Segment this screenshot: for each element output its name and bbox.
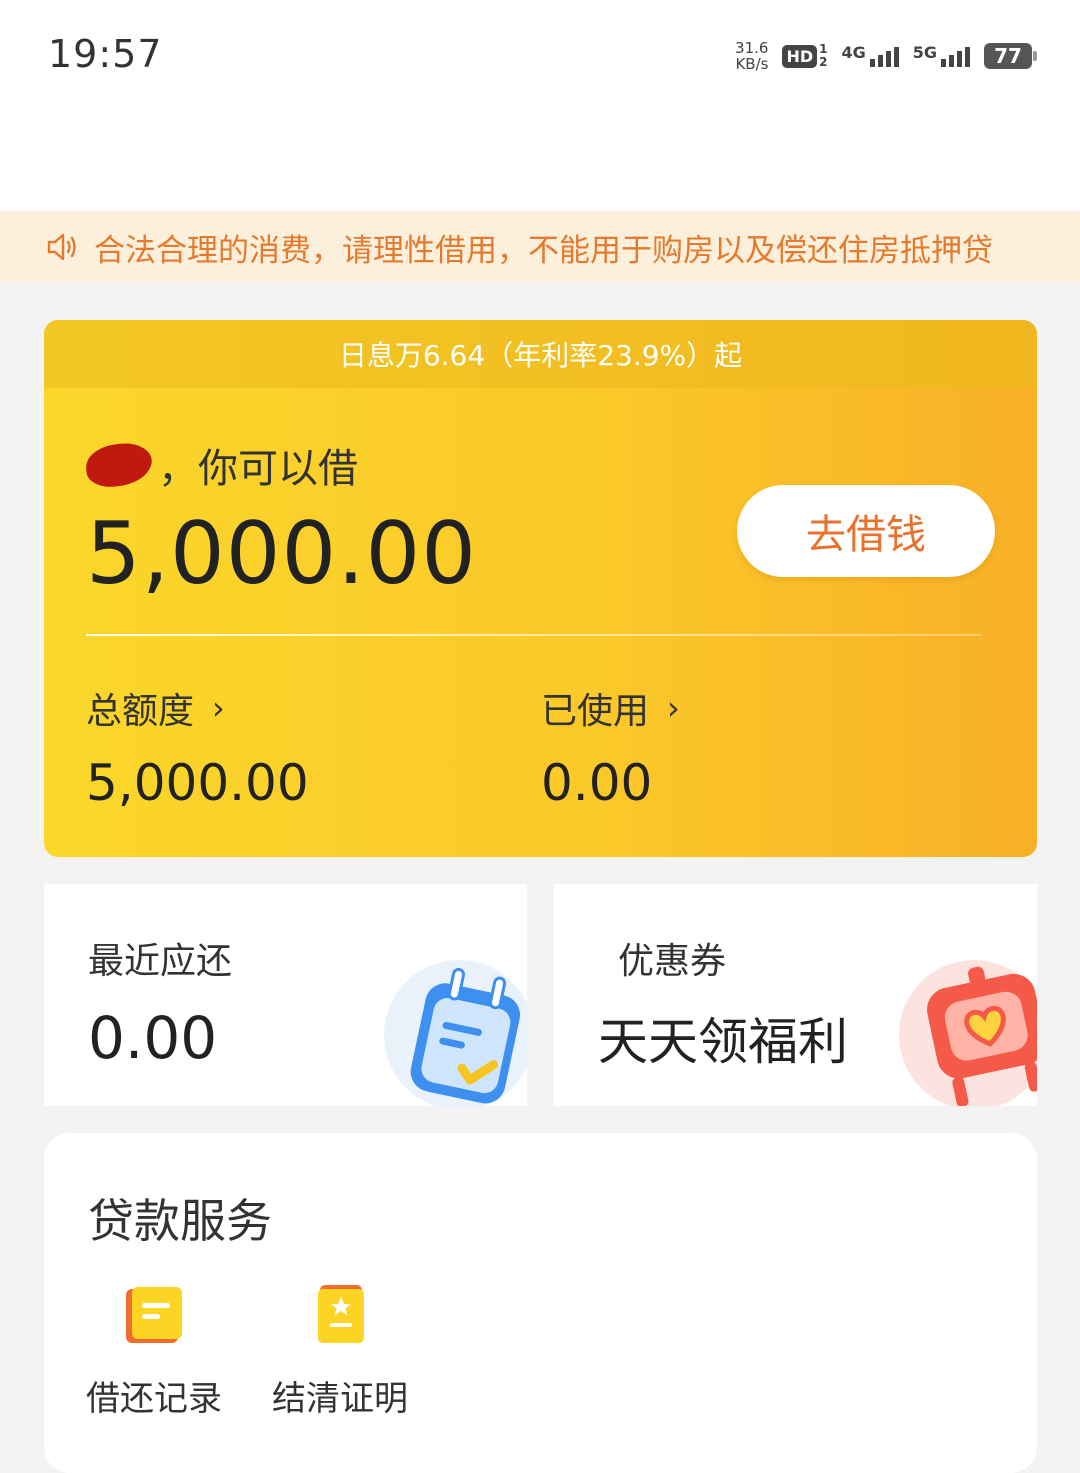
service-item-settlement-certificate[interactable]: 结清证明 — [272, 1283, 408, 1420]
hd-label: HD — [782, 44, 818, 68]
notice-banner[interactable]: 合法合理的消费，请理性借用，不能用于购房以及偿还住房抵押贷 — [0, 212, 1080, 282]
greeting: ，你可以借 — [83, 436, 358, 494]
coupon-subtitle: 天天领福利 — [598, 1013, 848, 1071]
service-item-loan-records[interactable]: 借还记录 — [86, 1283, 222, 1420]
credit-card: 日息万6.64（年利率23.9%）起 ，你可以借 5,000.00 去借钱 总额… — [44, 320, 1037, 857]
signal-4g-label: 4G — [841, 43, 866, 62]
signal-5g-icon: 5G — [913, 45, 970, 67]
network-speed-value: 31.6 — [735, 39, 769, 57]
network-speed: 31.6 KB/s — [735, 40, 768, 72]
hd-sub-bottom: 2 — [819, 55, 828, 69]
borrow-button[interactable]: 去借钱 — [737, 485, 995, 577]
hd-icon: HD 1 2 — [782, 43, 827, 69]
total-limit-value: 5,000.00 — [86, 754, 309, 812]
total-limit-link[interactable]: 总额度 › — [86, 682, 309, 734]
total-limit-label: 总额度 — [86, 691, 195, 732]
recent-repayment-card[interactable]: 最近应还 0.00 — [44, 884, 527, 1106]
signal-4g-icon: 4G — [841, 43, 899, 67]
loan-services-title: 贷款服务 — [88, 1194, 272, 1248]
status-time: 19:57 — [48, 32, 163, 76]
certificate-icon — [318, 1285, 364, 1343]
battery-level: 77 — [994, 44, 1022, 68]
available-amount: 5,000.00 — [86, 504, 477, 604]
notice-text: 合法合理的消费，请理性借用，不能用于购房以及偿还住房抵押贷 — [94, 232, 993, 269]
service-item-label: 结清证明 — [272, 1379, 408, 1419]
signal-bars — [941, 45, 970, 67]
total-limit[interactable]: 总额度 › 5,000.00 — [86, 682, 309, 812]
used-amount-value: 0.00 — [541, 754, 653, 812]
hd-sub: 1 2 — [819, 43, 827, 69]
calendar-icon — [384, 960, 527, 1106]
status-bar: 19:57 31.6 KB/s HD 1 2 4G 5G 77 — [0, 0, 1080, 210]
used-amount[interactable]: 已使用 › 0.00 — [541, 682, 680, 812]
used-amount-label: 已使用 — [541, 691, 650, 732]
coupon-card[interactable]: 优惠券 天天领福利 — [554, 884, 1037, 1106]
signal-bars — [869, 45, 899, 67]
rate-banner: 日息万6.64（年利率23.9%）起 — [44, 320, 1037, 388]
greeting-text: ，你可以借 — [158, 446, 358, 492]
divider — [86, 634, 981, 636]
network-speed-unit: KB/s — [735, 55, 769, 73]
chevron-right-icon: › — [212, 689, 225, 727]
loan-services-panel: 贷款服务 借还记录 结清证明 — [44, 1133, 1037, 1473]
recent-repayment-value: 0.00 — [88, 1004, 218, 1072]
speaker-icon — [47, 233, 76, 261]
used-amount-link[interactable]: 已使用 › — [541, 682, 680, 734]
redacted-name — [83, 440, 155, 490]
status-icons: 31.6 KB/s HD 1 2 4G 5G 77 — [735, 36, 1037, 76]
service-item-label: 借还记录 — [86, 1379, 222, 1419]
record-icon — [126, 1287, 182, 1343]
battery-icon: 77 — [984, 43, 1037, 69]
heart-gift-icon — [899, 960, 1037, 1106]
signal-5g-label: 5G — [912, 43, 937, 62]
recent-repayment-title: 最近应还 — [88, 941, 233, 982]
coupon-title: 优惠券 — [618, 941, 727, 982]
chevron-right-icon: › — [667, 689, 680, 727]
